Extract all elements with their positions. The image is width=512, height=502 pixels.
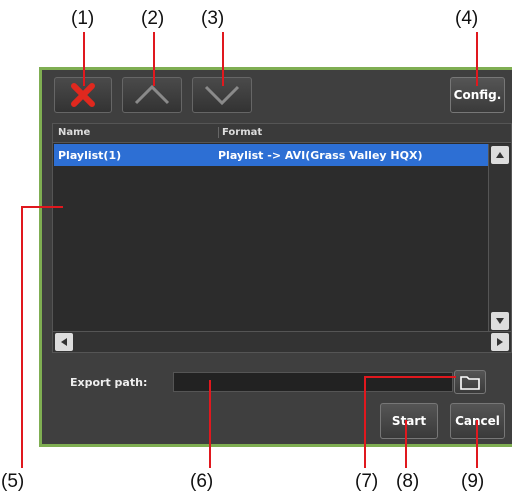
start-button[interactable]: Start [380, 403, 438, 439]
move-up-icon [134, 84, 170, 105]
list-item[interactable]: Playlist(1) Playlist -> AVI(Grass Valley… [54, 144, 488, 166]
scroll-up-button[interactable] [491, 146, 509, 164]
move-up-button[interactable] [122, 77, 182, 113]
item-format: Playlist -> AVI(Grass Valley HQX) [218, 149, 423, 162]
callout-5: (5) [1, 471, 25, 492]
callout-line-2 [153, 32, 155, 86]
callout-line-1 [83, 32, 85, 86]
scroll-right-icon [497, 338, 503, 346]
scroll-right-button[interactable] [491, 333, 509, 351]
callout-2: (2) [141, 8, 165, 29]
export-path-label: Export path: [70, 376, 148, 389]
callout-3: (3) [201, 8, 225, 29]
export-dialog: Config. Name Format Playlist(1) Playlist… [39, 67, 512, 447]
scroll-left-button[interactable] [55, 333, 73, 351]
item-name: Playlist(1) [58, 149, 122, 162]
scroll-up-icon [496, 152, 504, 158]
callout-line-9 [476, 420, 478, 468]
folder-icon [460, 376, 480, 390]
callout-1: (1) [71, 8, 95, 29]
delete-icon [71, 83, 95, 107]
scroll-left-icon [61, 338, 67, 346]
callout-7: (7) [355, 471, 379, 492]
browse-folder-button[interactable] [454, 370, 486, 394]
scroll-down-button[interactable] [491, 312, 509, 330]
column-format: Format [218, 127, 262, 138]
callout-line-4 [476, 32, 478, 86]
list-header: Name Format [53, 124, 511, 143]
callout-line-8 [405, 420, 407, 468]
vertical-scrollbar[interactable] [488, 144, 511, 332]
callout-line-7v [364, 377, 366, 468]
callout-6: (6) [190, 471, 214, 492]
callout-4: (4) [455, 8, 479, 29]
callout-8: (8) [396, 471, 420, 492]
callout-line-7h [364, 376, 456, 378]
callout-9: (9) [461, 471, 485, 492]
scroll-down-icon [496, 318, 504, 324]
callout-line-3 [222, 32, 224, 86]
callout-line-6 [209, 380, 211, 468]
export-list: Name Format Playlist(1) Playlist -> AVI(… [52, 123, 512, 353]
column-name: Name [58, 127, 91, 138]
callout-line-5h [21, 206, 63, 208]
callout-line-5v [21, 207, 23, 468]
horizontal-scrollbar[interactable] [53, 331, 511, 352]
export-path-input[interactable] [173, 372, 453, 392]
